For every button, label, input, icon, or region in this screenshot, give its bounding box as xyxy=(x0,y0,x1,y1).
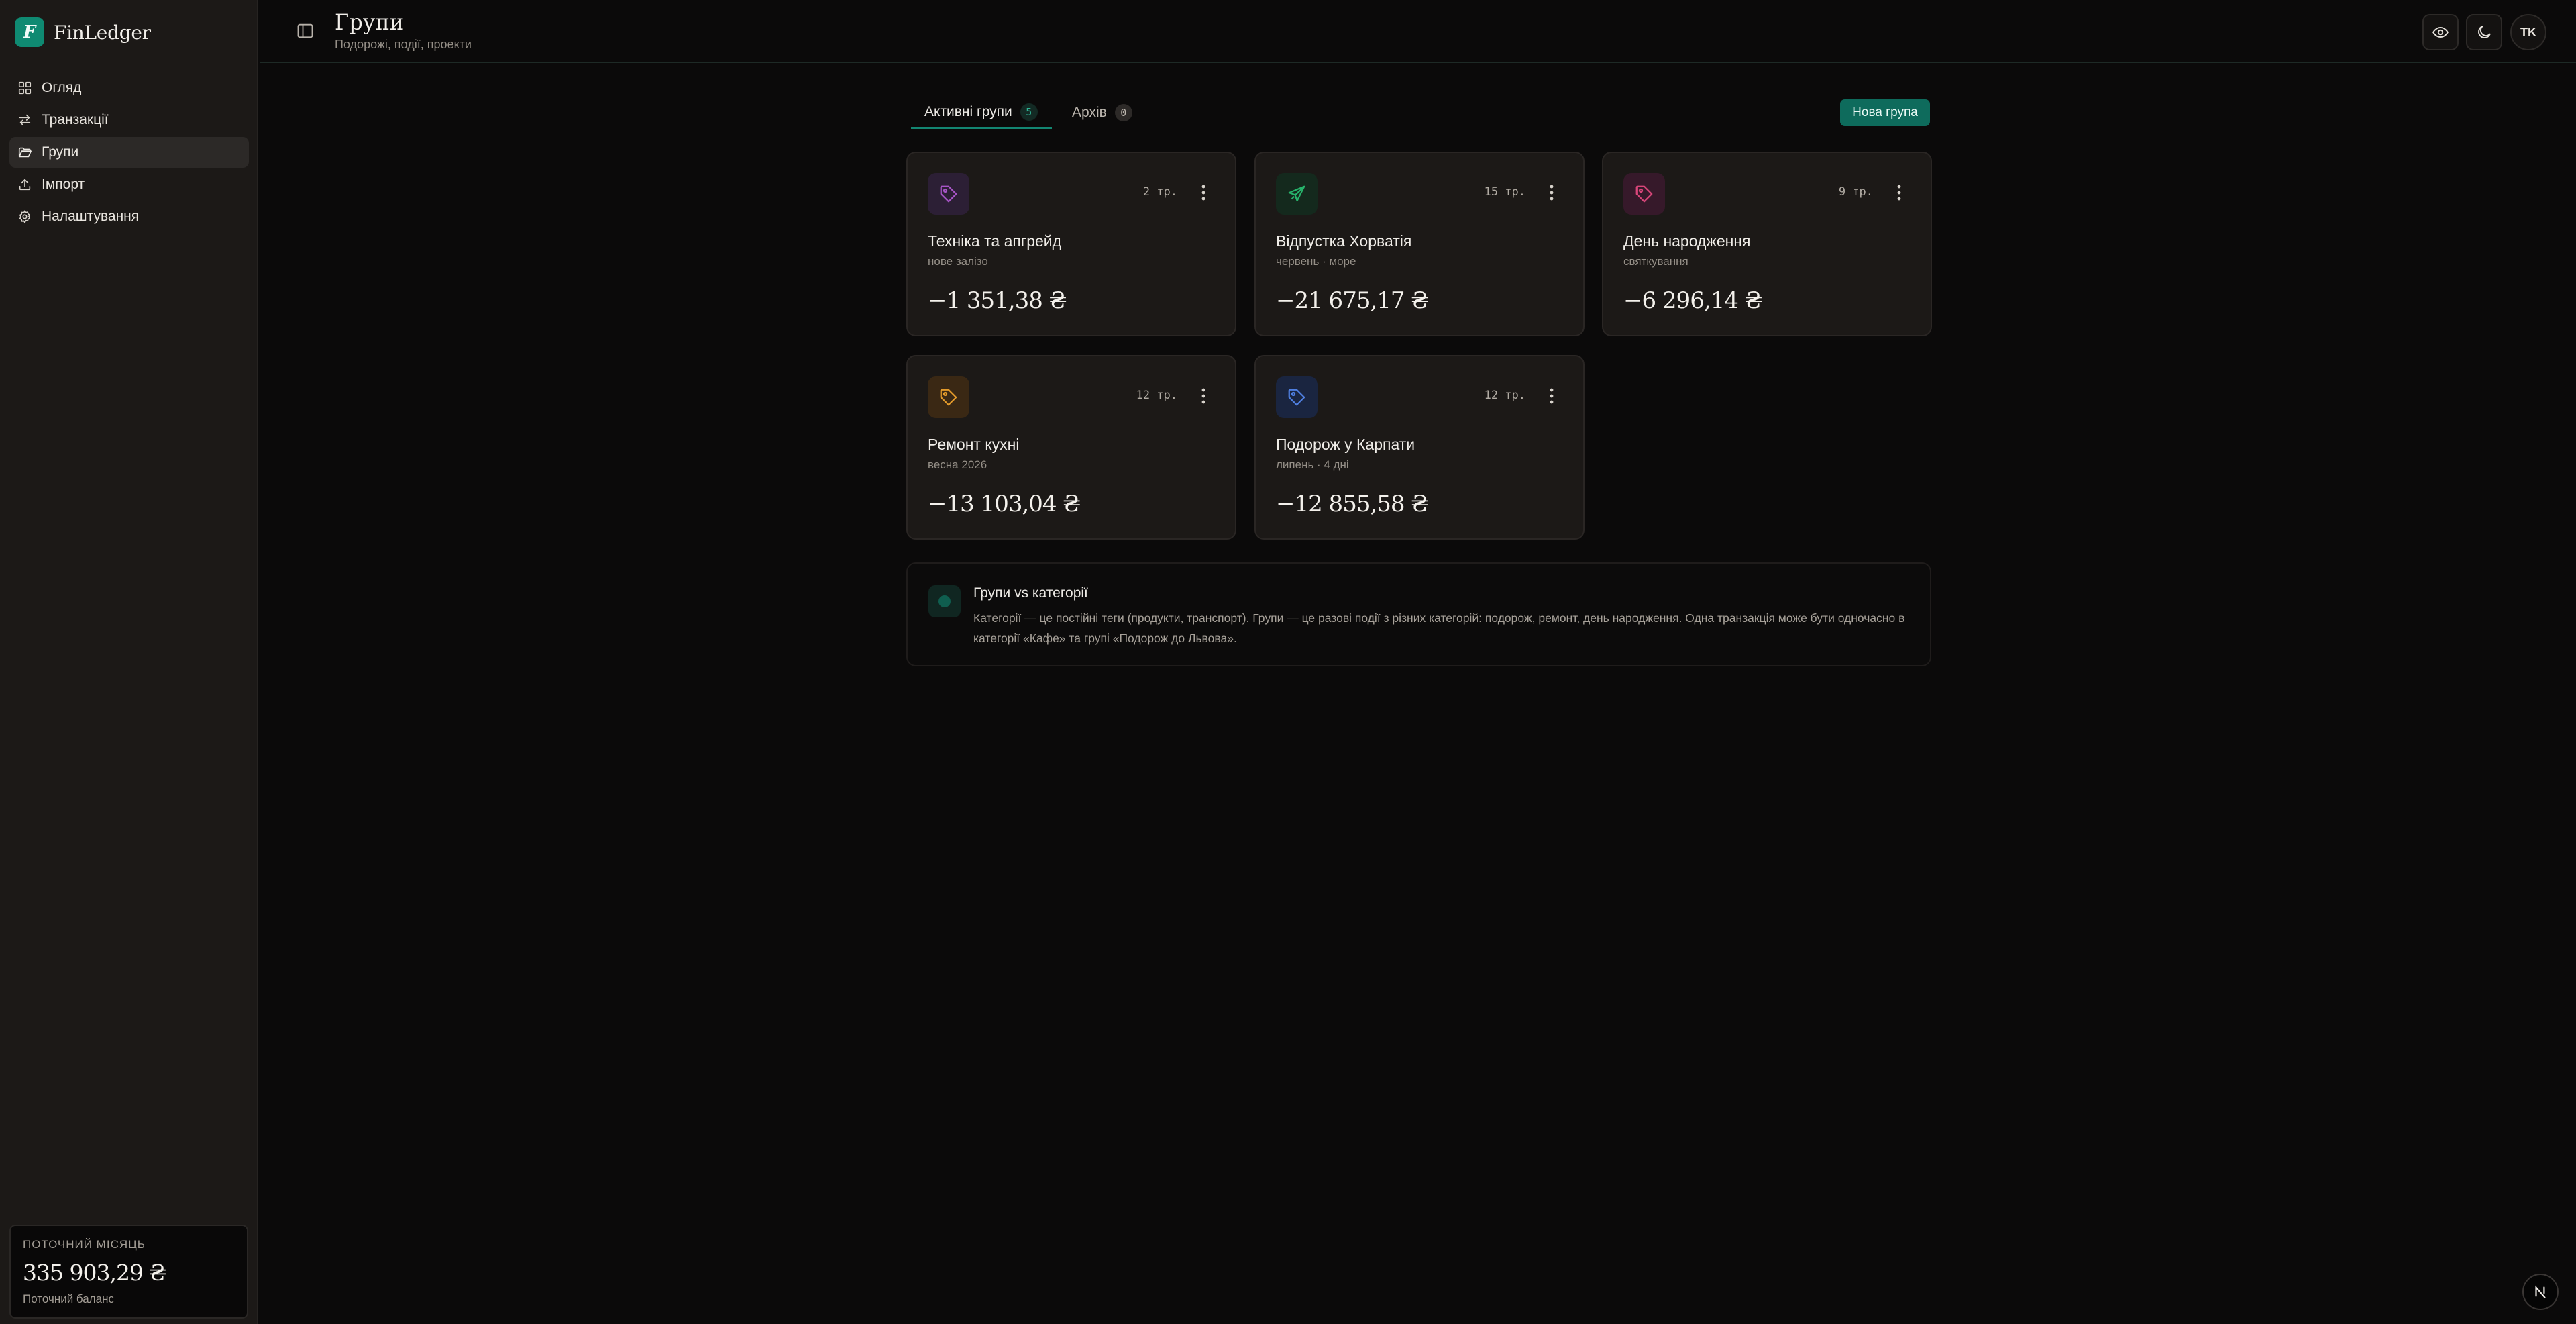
sidebar-item-label: Огляд xyxy=(42,80,82,95)
sidebar-item-label: Групи xyxy=(42,144,79,160)
group-amount: −21 675,17 ₴ xyxy=(1276,287,1429,314)
group-amount: −13 103,04 ₴ xyxy=(928,491,1081,517)
transaction-count: 12 тр. xyxy=(1484,389,1525,402)
balance-card: Поточний місяць 335 903,29 ₴ Поточний ба… xyxy=(9,1225,248,1319)
more-vertical-icon[interactable] xyxy=(1548,184,1555,201)
transaction-count: 2 тр. xyxy=(1142,185,1177,199)
brand-logo: F xyxy=(15,17,44,47)
grid-icon xyxy=(18,81,32,95)
sidebar-item-import[interactable]: Імпорт xyxy=(9,169,249,200)
group-amount: −12 855,58 ₴ xyxy=(1276,491,1429,517)
sidebar-item-groups[interactable]: Групи xyxy=(9,137,249,168)
new-group-button[interactable]: Нова група xyxy=(1840,99,1930,126)
more-vertical-icon[interactable] xyxy=(1548,387,1555,405)
groups-vs-categories-info: Групи vs категорії Категорії — це постій… xyxy=(906,562,1931,666)
info-title: Групи vs категорії xyxy=(973,585,1088,601)
tab-label: Активні групи xyxy=(924,103,1012,119)
group-card[interactable]: 15 тр. Відпустка Хорватія червень · море… xyxy=(1254,152,1585,336)
folder-icon xyxy=(18,147,32,158)
sidebar-item-overview[interactable]: Огляд xyxy=(9,72,249,103)
tab-active-groups[interactable]: Активні групи 5 xyxy=(911,97,1052,129)
group-amount: −1 351,38 ₴ xyxy=(928,287,1067,314)
more-vertical-icon[interactable] xyxy=(1200,184,1207,201)
sidebar-item-label: Транзакції xyxy=(42,112,109,128)
group-icon-badge xyxy=(928,173,969,215)
upload-icon xyxy=(19,179,31,191)
gear-icon xyxy=(19,210,31,223)
privacy-toggle-button[interactable] xyxy=(2422,14,2459,50)
sidebar-item-settings[interactable]: Налаштування xyxy=(9,201,249,232)
app-root: F FinLedger Огляд Транзакції Групи Імпор… xyxy=(0,0,2576,1324)
group-icon-badge xyxy=(928,376,969,418)
transaction-count: 9 тр. xyxy=(1838,185,1873,199)
group-card[interactable]: 9 тр. День народження святкування −6 296… xyxy=(1602,152,1932,336)
brand-name: FinLedger xyxy=(54,21,151,44)
group-icon-badge xyxy=(1276,173,1318,215)
info-icon xyxy=(928,585,961,617)
tab-count-badge: 0 xyxy=(1114,104,1132,121)
transaction-count: 15 тр. xyxy=(1484,185,1525,199)
group-subtitle: нове залізо xyxy=(928,255,988,268)
group-amount: −6 296,14 ₴ xyxy=(1623,287,1762,314)
balance-value: 335 903,29 ₴ xyxy=(23,1260,166,1286)
group-title: Відпустка Хорватія xyxy=(1276,232,1412,250)
group-icon-badge xyxy=(1276,376,1318,418)
page-subtitle: Подорожі, події, проекти xyxy=(335,38,472,51)
group-title: День народження xyxy=(1623,232,1751,250)
more-vertical-icon[interactable] xyxy=(1200,387,1207,405)
devtools-button[interactable] xyxy=(2522,1274,2559,1310)
group-title: Ремонт кухні xyxy=(928,436,1020,453)
tag-icon xyxy=(1635,185,1653,203)
sidebar-item-transactions[interactable]: Транзакції xyxy=(9,105,249,136)
tag-icon xyxy=(940,185,957,203)
group-subtitle: святкування xyxy=(1623,255,1688,268)
eye-icon xyxy=(2432,26,2449,38)
balance-label: Поточний місяць xyxy=(23,1238,146,1251)
group-subtitle: весна 2026 xyxy=(928,458,987,471)
group-card[interactable]: 2 тр. Техніка та апгрейд нове залізо −1 … xyxy=(906,152,1236,336)
sidebar-item-label: Налаштування xyxy=(42,209,140,224)
arrows-swap-icon xyxy=(19,114,31,126)
theme-toggle-button[interactable] xyxy=(2466,14,2502,50)
group-icon-badge xyxy=(1623,173,1665,215)
tab-label: Архів xyxy=(1072,105,1107,120)
group-card[interactable]: 12 тр. Подорож у Карпати липень · 4 дні … xyxy=(1254,355,1585,540)
moon-icon xyxy=(2478,26,2491,38)
balance-subtitle: Поточний баланс xyxy=(23,1292,114,1305)
sidebar-item-label: Імпорт xyxy=(42,176,85,192)
page-title: Групи xyxy=(335,9,405,35)
sidebar-nav: Огляд Транзакції Групи Імпорт Налаштуван… xyxy=(9,72,249,234)
group-subtitle: червень · море xyxy=(1276,255,1356,268)
tab-archive[interactable]: Архів 0 xyxy=(1072,97,1132,129)
transaction-count: 12 тр. xyxy=(1136,389,1177,402)
next-logo-icon xyxy=(2535,1285,2546,1298)
tab-count-badge: 5 xyxy=(1020,103,1038,121)
sidebar: F FinLedger Огляд Транзакції Групи Імпор… xyxy=(0,0,258,1324)
group-card[interactable]: 12 тр. Ремонт кухні весна 2026 −13 103,0… xyxy=(906,355,1236,540)
group-title: Подорож у Карпати xyxy=(1276,436,1415,453)
sidebar-toggle-button[interactable] xyxy=(296,21,315,40)
more-vertical-icon[interactable] xyxy=(1896,184,1902,201)
group-tabs: Активні групи 5 Архів 0 xyxy=(911,97,1931,129)
brand[interactable]: F FinLedger xyxy=(15,17,151,47)
page-header: Групи Подорожі, події, проекти TK xyxy=(260,0,2576,63)
group-subtitle: липень · 4 дні xyxy=(1276,458,1349,471)
tag-icon xyxy=(940,389,957,406)
sidebar-panel-icon xyxy=(297,23,313,38)
tag-icon xyxy=(1288,389,1305,406)
plane-icon xyxy=(1288,185,1305,202)
group-title: Техніка та апгрейд xyxy=(928,232,1062,250)
user-avatar[interactable]: TK xyxy=(2510,14,2546,50)
info-text: Категорії — це постійні теги (продукти, … xyxy=(973,611,1905,645)
